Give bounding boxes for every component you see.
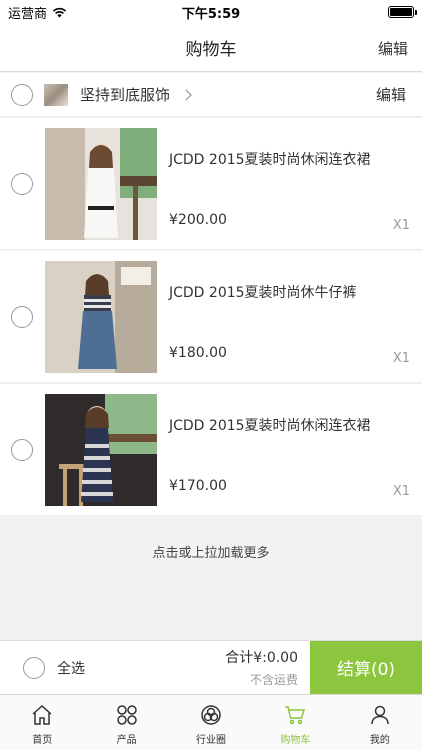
select-all-checkbox[interactable]	[23, 656, 45, 679]
item-select-checkbox[interactable]	[11, 173, 33, 195]
tab-label: 首页	[32, 735, 53, 746]
product-name[interactable]: JCDD 2015夏装时尚休闲连衣裙	[169, 415, 371, 435]
shipping-note: 不含运费	[249, 673, 298, 687]
product-image[interactable]	[45, 261, 157, 373]
tab-label: 产品	[116, 735, 137, 746]
tab-label: 我的	[369, 735, 390, 746]
home-icon	[32, 704, 52, 725]
product-quantity: X1	[392, 484, 410, 499]
product-price: ¥170.00	[169, 478, 227, 494]
header-edit-button[interactable]: 编辑	[378, 38, 408, 59]
cart-item: JCDD 2015夏装时尚休闲连衣裙 ¥200.00 X1	[0, 118, 422, 250]
load-more-button[interactable]: 点击或上拉加载更多	[0, 516, 422, 586]
totals: 合计¥:0.00 不含运费	[225, 647, 298, 688]
cart-icon	[285, 706, 306, 725]
carrier-name: 运营商	[8, 6, 48, 22]
battery-icon	[388, 6, 417, 18]
product-price: ¥200.00	[169, 212, 227, 228]
product-image[interactable]	[45, 394, 157, 506]
tab-label: 行业圈	[196, 735, 227, 746]
checkout-bar: 全选 合计¥:0.00 不含运费 结算(0)	[0, 640, 422, 695]
select-all-label[interactable]: 全选	[57, 658, 85, 678]
products-icon	[116, 705, 137, 725]
shop-select-checkbox[interactable]	[11, 83, 33, 106]
cart-item: JCDD 2015夏装时尚休闲连衣裙 ¥170.00 X1	[0, 384, 422, 516]
tab-industry-circle[interactable]: 行业圈	[169, 695, 253, 750]
cart-item: JCDD 2015夏装时尚休牛仔裤 ¥180.00 X1	[0, 251, 422, 383]
product-quantity: X1	[392, 218, 410, 233]
shop-edit-button[interactable]: 编辑	[376, 84, 406, 105]
shop-logo	[44, 83, 68, 106]
chevron-right-icon[interactable]	[180, 88, 192, 101]
shop-row: 坚持到底服饰 编辑	[0, 73, 422, 117]
checkout-button[interactable]: 结算(0)	[310, 640, 422, 695]
product-image[interactable]	[45, 128, 157, 240]
nav-bar: 购物车 编辑	[0, 24, 422, 72]
wifi-icon	[52, 7, 67, 17]
tab-cart[interactable]: 购物车	[253, 695, 337, 750]
tab-home[interactable]: 首页	[0, 695, 84, 750]
item-select-checkbox[interactable]	[11, 306, 33, 328]
page-title: 购物车	[185, 40, 237, 60]
total-amount: 合计¥:0.00	[225, 650, 298, 666]
status-bar: 运营商 下午5:59	[0, 0, 422, 24]
carrier-info: 运营商	[8, 3, 67, 22]
product-price: ¥180.00	[169, 345, 227, 361]
shop-name[interactable]: 坚持到底服饰	[80, 84, 170, 105]
tab-label: 购物车	[280, 735, 311, 746]
tab-products[interactable]: 产品	[84, 695, 168, 750]
profile-icon	[371, 705, 389, 725]
product-name[interactable]: JCDD 2015夏装时尚休牛仔裤	[169, 282, 357, 302]
product-quantity: X1	[392, 351, 410, 366]
item-select-checkbox[interactable]	[11, 439, 33, 461]
industry-circle-icon	[201, 705, 221, 725]
tab-profile[interactable]: 我的	[338, 695, 422, 750]
product-name[interactable]: JCDD 2015夏装时尚休闲连衣裙	[169, 149, 371, 169]
tab-bar: 首页 产品 行业圈 购物车 我的	[0, 694, 422, 750]
